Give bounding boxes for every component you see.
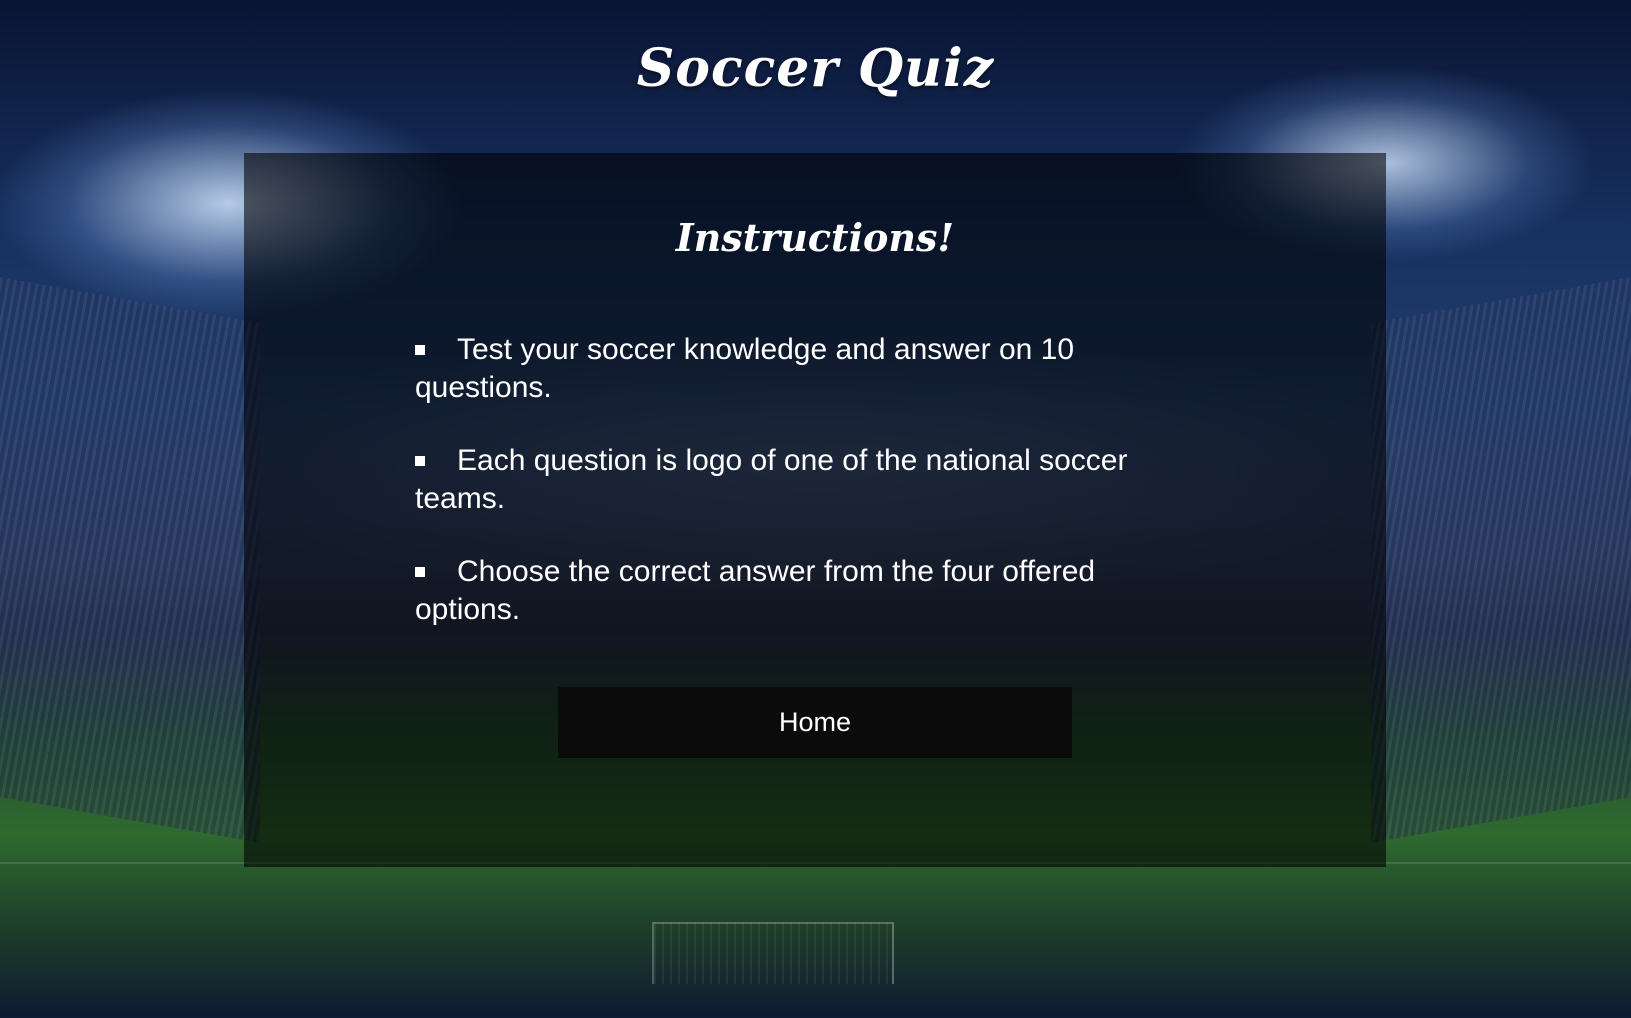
instructions-list: Test your soccer knowledge and answer on… (415, 331, 1195, 664)
square-bullet-icon (415, 456, 425, 466)
goal-image (652, 922, 894, 984)
instruction-item: Choose the correct answer from the four … (415, 553, 1195, 629)
instruction-text: Each question is logo of one of the nati… (415, 444, 1128, 515)
instructions-panel: Instructions! Test your soccer knowledge… (244, 153, 1386, 867)
instructions-heading: Instructions! (675, 215, 955, 260)
square-bullet-icon (415, 345, 425, 355)
instruction-text: Test your soccer knowledge and answer on… (415, 333, 1075, 404)
instruction-item: Each question is logo of one of the nati… (415, 442, 1195, 518)
instruction-text: Choose the correct answer from the four … (415, 555, 1096, 626)
crowd-left-image (0, 277, 260, 843)
crowd-right-image (1371, 277, 1631, 843)
home-button[interactable]: Home (558, 687, 1072, 758)
page-title: Soccer Quiz (636, 38, 995, 99)
instruction-item: Test your soccer knowledge and answer on… (415, 331, 1195, 407)
square-bullet-icon (415, 567, 425, 577)
